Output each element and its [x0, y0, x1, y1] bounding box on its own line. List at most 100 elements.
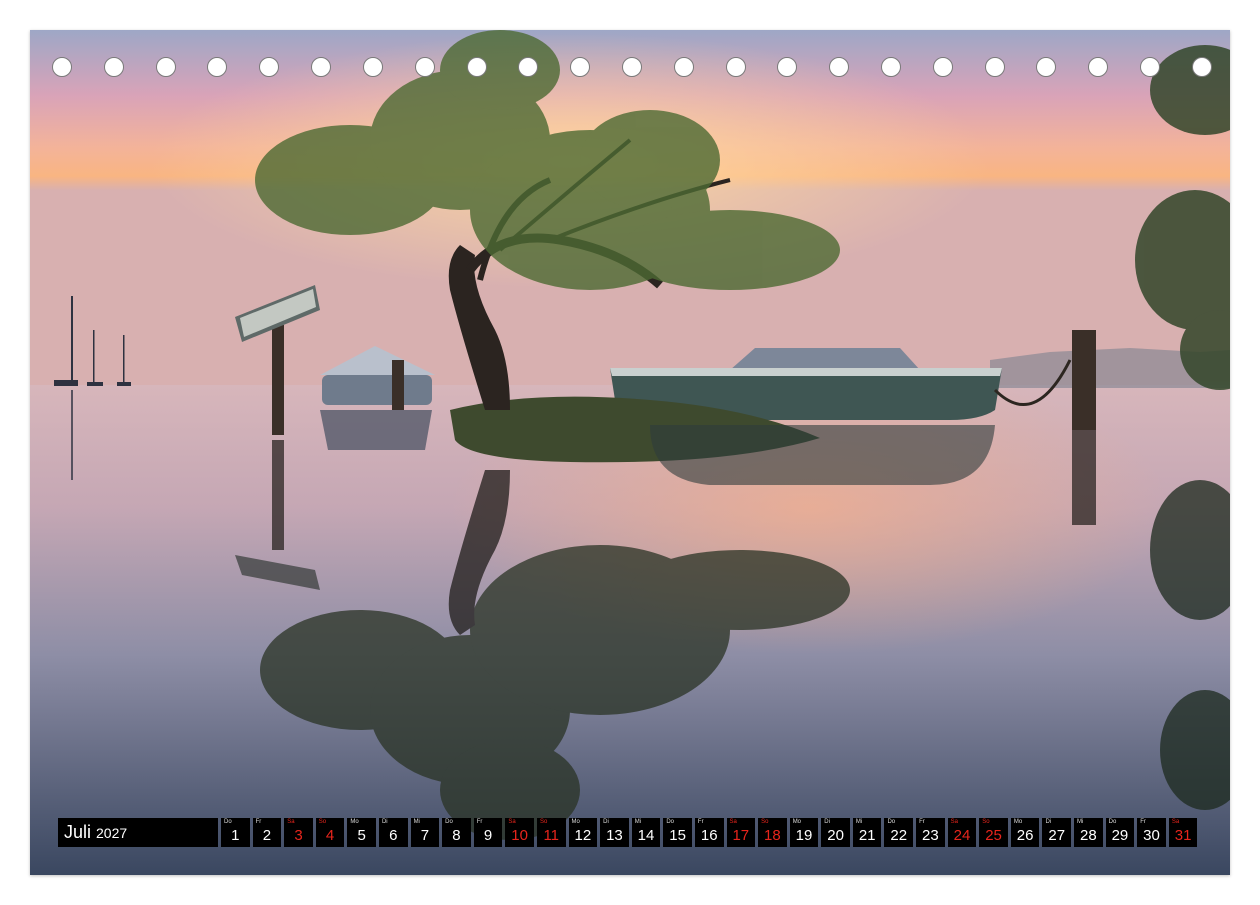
day-cell: Mo 5 [347, 818, 376, 847]
day-number: 2 [262, 827, 272, 844]
day-cell: Fr 9 [473, 818, 503, 847]
weekday-label: Di [824, 819, 830, 825]
day-number: 16 [700, 827, 718, 844]
day-cell: Do 22 [884, 818, 914, 847]
day-number: 4 [325, 827, 335, 844]
day-cell: Do 29 [1105, 818, 1135, 847]
day-cell: Mi 28 [1074, 818, 1103, 847]
day-number: 11 [543, 827, 560, 844]
day-cell: Di 27 [1042, 818, 1072, 847]
binding-hole [518, 57, 539, 77]
day-cell: Mo 19 [789, 818, 819, 847]
day-number: 22 [890, 827, 908, 844]
spiral-binding-holes [52, 55, 1212, 79]
day-number: 25 [985, 827, 1002, 844]
day-number: 8 [452, 827, 461, 844]
day-cell: Di 20 [821, 818, 850, 847]
day-cells: Do 1 Fr 2 Sa 3 So 4 Mo 5 Di 6 Mi 7 Do 8 Fr 9 Sa 10 So 11 Mo 12 D… [221, 818, 1198, 847]
weekday-label: Sa [729, 819, 737, 825]
day-number: 23 [922, 827, 939, 844]
weekday-label: Sa [508, 819, 516, 825]
binding-hole [311, 57, 332, 77]
weekday-label: Mo [571, 819, 580, 825]
day-cell: Mi 7 [410, 818, 440, 847]
day-number: 17 [732, 827, 750, 844]
month-label: Juli 2027 [58, 818, 218, 847]
photo-illustration [30, 30, 1230, 875]
binding-hole [570, 57, 591, 77]
day-number: 15 [669, 827, 686, 844]
day-number: 19 [795, 827, 813, 844]
day-number: 28 [1079, 827, 1097, 844]
month-name: Juli [64, 822, 92, 842]
weekday-label: Mo [1013, 819, 1023, 825]
day-number: 30 [1143, 827, 1160, 844]
day-number: 7 [420, 827, 430, 844]
weekday-label: So [318, 819, 327, 825]
binding-hole [673, 57, 694, 77]
day-number: 20 [827, 827, 844, 844]
weekday-label: So [761, 819, 769, 825]
day-cell: Fr 2 [252, 818, 282, 847]
binding-hole [725, 57, 746, 77]
weekday-label: Di [381, 819, 388, 825]
day-cell: Sa 3 [284, 818, 313, 847]
day-cell: Mi 21 [852, 818, 882, 847]
binding-hole [984, 57, 1005, 77]
binding-hole [829, 57, 850, 77]
weekday-label: Sa [1171, 819, 1180, 825]
day-number: 27 [1048, 827, 1066, 844]
day-number: 6 [389, 827, 398, 844]
weekday-label: Do [887, 819, 896, 825]
day-cell: Mo 12 [568, 818, 598, 847]
binding-hole [103, 57, 124, 77]
day-number: 26 [1016, 827, 1034, 844]
binding-hole [52, 57, 72, 77]
day-cell: Sa 24 [947, 818, 977, 847]
day-cell: Fr 23 [916, 818, 945, 847]
day-number: 1 [231, 827, 240, 844]
weekday-label: Fr [1140, 819, 1146, 825]
binding-hole [414, 57, 435, 77]
weekday-label: Fr [919, 819, 925, 825]
binding-hole [1088, 57, 1109, 77]
day-cell: Do 1 [221, 818, 250, 847]
day-cell: So 18 [758, 818, 787, 847]
weekday-label: Mi [855, 819, 863, 825]
weekday-label: Sa [950, 819, 958, 825]
weekday-label: Mi [634, 819, 642, 825]
weekday-label: Mi [1077, 819, 1084, 825]
weekday-label: Sa [287, 819, 295, 825]
day-number: 31 [1174, 827, 1192, 844]
calendar-page: Juli 2027 Do 1 Fr 2 Sa 3 So 4 Mo 5 Di 6 Mi 7 Do 8 Fr 9 Sa 1… [0, 0, 1260, 905]
weekday-label: Di [603, 819, 609, 825]
binding-hole [621, 57, 642, 77]
day-cell: Do 8 [442, 818, 471, 847]
weekday-label: Fr [697, 819, 704, 825]
day-number: 12 [574, 827, 592, 844]
day-number: 3 [294, 827, 303, 844]
day-number: 13 [606, 827, 623, 844]
day-cell: Sa 31 [1168, 818, 1198, 847]
day-number: 10 [511, 827, 528, 844]
weekday-label: Mo [350, 819, 359, 825]
day-cell: Sa 17 [726, 818, 756, 847]
weekday-label: Fr [255, 819, 262, 825]
weekday-label: Mi [413, 819, 420, 825]
month-calendar-bar: Juli 2027 Do 1 Fr 2 Sa 3 So 4 Mo 5 Di 6 Mi 7 Do 8 Fr 9 Sa 1… [58, 818, 1198, 847]
weekday-label: Do [224, 819, 232, 825]
binding-hole [155, 57, 176, 77]
binding-hole [1140, 57, 1161, 77]
weekday-label: Do [445, 819, 453, 825]
day-cell: Fr 16 [694, 818, 724, 847]
binding-hole [1036, 57, 1057, 77]
day-number: 29 [1111, 827, 1129, 844]
day-number: 9 [483, 827, 493, 844]
day-cell: Fr 30 [1137, 818, 1166, 847]
day-cell: Sa 10 [505, 818, 534, 847]
day-cell: Mo 26 [1010, 818, 1040, 847]
weekday-label: Mo [792, 819, 802, 825]
weekday-label: Do [1108, 819, 1117, 825]
day-cell: Do 15 [663, 818, 692, 847]
lake-sunrise-photo [30, 30, 1230, 875]
